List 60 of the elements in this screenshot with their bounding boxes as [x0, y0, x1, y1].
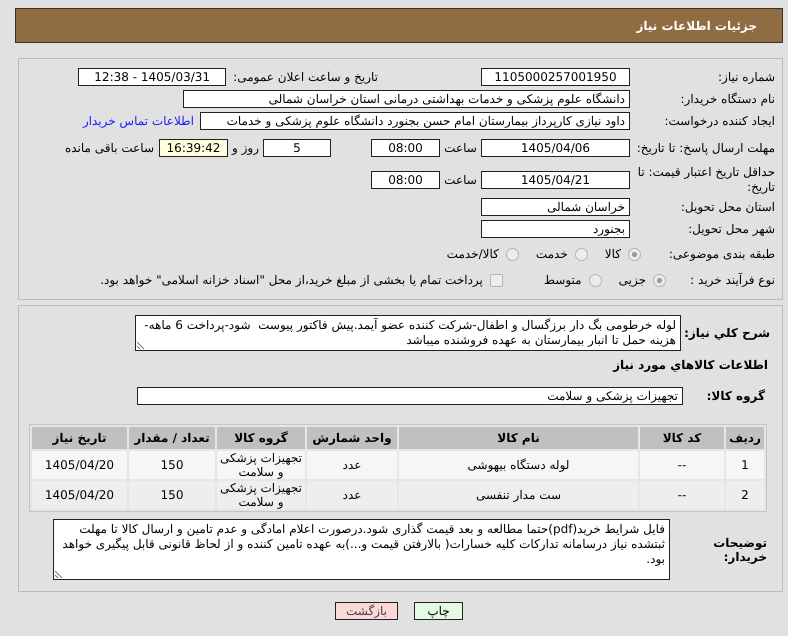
column-header: کد کالا [640, 427, 724, 449]
section-title: اطلاعات کالاهاي مورد نیاز [613, 358, 768, 372]
field-label: مهلت ارسال پاسخ: تا تاریخ: [636, 140, 775, 154]
time-label: ساعت [444, 141, 477, 155]
field-label: ایجاد کننده درخواست: [664, 114, 775, 128]
field-label: شهر محل تحویل: [688, 222, 775, 236]
remaining-label: ساعت باقی مانده [64, 141, 154, 155]
column-header: ردیف [726, 427, 764, 449]
table-cell: -- [640, 481, 724, 509]
print-button[interactable]: چاپ [414, 602, 463, 620]
buyer-notes-field[interactable]: فایل شرایط خرید(pdf)حتما مطالعه و بعد قیمت گذاری شود.درصورت اعلام امادگی و عدم تامین و ارسال کالا تا مهلت ثبتشده نیاز درسامانه تدارکات کلیه خسارات( بالارفتن قیمت و...)به عهده تامین کننده و از لحاظ قانونی قابل پیگیری خواهد بود. [53, 519, 670, 580]
table-cell: لوله دستگاه بیهوشی [399, 451, 638, 479]
days-label: روز و [232, 141, 259, 155]
validity-date-field[interactable]: 1405/04/21 [481, 171, 630, 189]
table-cell: عدد [307, 481, 397, 509]
column-header: تاریخ نیاز [32, 427, 127, 449]
field-label: حداقل تاریخ اعتبار قیمت: تا تاریخ: [638, 165, 775, 194]
field-label: نوع فرآیند خرید : [690, 272, 775, 286]
table-cell: ست مدار تنفسی [399, 481, 638, 509]
field-label: استان محل تحویل: [680, 200, 775, 214]
table-cell: 1 [726, 451, 764, 479]
back-button[interactable]: بازگشت [335, 602, 398, 620]
days-field[interactable]: 5 [263, 139, 331, 157]
column-header: نام کالا [399, 427, 638, 449]
page-title: جزئیات اطلاعات نیاز [636, 18, 757, 32]
announcement-date-field[interactable]: 1405/03/31 - 12:38 [78, 68, 226, 86]
time-label: ساعت [444, 173, 477, 187]
table-cell: 150 [129, 451, 215, 479]
table-cell: عدد [307, 451, 397, 479]
table-cell: 1405/04/20 [32, 451, 127, 479]
column-header: واحد شمارش [307, 427, 397, 449]
deadline-time-field[interactable]: 08:00 [371, 139, 440, 157]
field-label: طبقه بندی موضوعی: [668, 246, 775, 260]
city-field[interactable]: بجنورد [481, 220, 630, 238]
field-label: شماره نیاز: [718, 70, 775, 84]
table-cell: 1405/04/20 [32, 481, 127, 509]
validity-time-field[interactable]: 08:00 [371, 171, 440, 189]
field-label: نام دستگاه خریدار: [680, 92, 775, 106]
table-cell: تجهیزات پزشکی و سلامت [217, 481, 305, 509]
column-header: گروه کالا [217, 427, 305, 449]
description-field[interactable]: لوله خرطومی بگ دار برزگسال و اطفال-شرکت کننده عضو آیمد.پیش فاکتور پیوست شود-پرداخت 6 ماهه-هزینه حمل تا انبار بیمارستان به عهده فروشنده میباشد [135, 315, 681, 351]
table-cell: 2 [726, 481, 764, 509]
goods-group-field[interactable]: تجهیزات پزشکی و سلامت [137, 387, 683, 405]
province-field[interactable]: خراسان شمالی [481, 198, 630, 216]
need-number-field[interactable]: 1105000257001950 [481, 68, 630, 86]
resize-grip-icon[interactable] [55, 570, 63, 578]
field-label: گروه کالا: [706, 389, 765, 403]
field-label: تاریخ و ساعت اعلان عمومی: [233, 70, 378, 84]
table-cell: تجهیزات پزشکی و سلامت [217, 451, 305, 479]
buyer-contact-link[interactable]: اطلاعات تماس خریدار [82, 114, 194, 128]
remaining-time-field[interactable]: 16:39:42 [159, 139, 228, 157]
table-cell: 150 [129, 481, 215, 509]
resize-grip-icon[interactable] [137, 341, 145, 349]
table-cell: -- [640, 451, 724, 479]
column-header: تعداد / مقدار [129, 427, 215, 449]
buyer-organization-field[interactable]: دانشگاه علوم پزشکی و خدمات بهداشتی درمانی استان خراسان شمالی [183, 90, 630, 108]
field-label: توضیحات خریدار: [713, 536, 767, 564]
field-label: شرح کلي نیاز: [684, 326, 770, 340]
requester-field[interactable]: داود نیازی کارپرداز بیمارستان امام حسن بجنورد دانشگاه علوم پزشکی و خدمات [200, 112, 630, 130]
deadline-date-field[interactable]: 1405/04/06 [481, 139, 630, 157]
